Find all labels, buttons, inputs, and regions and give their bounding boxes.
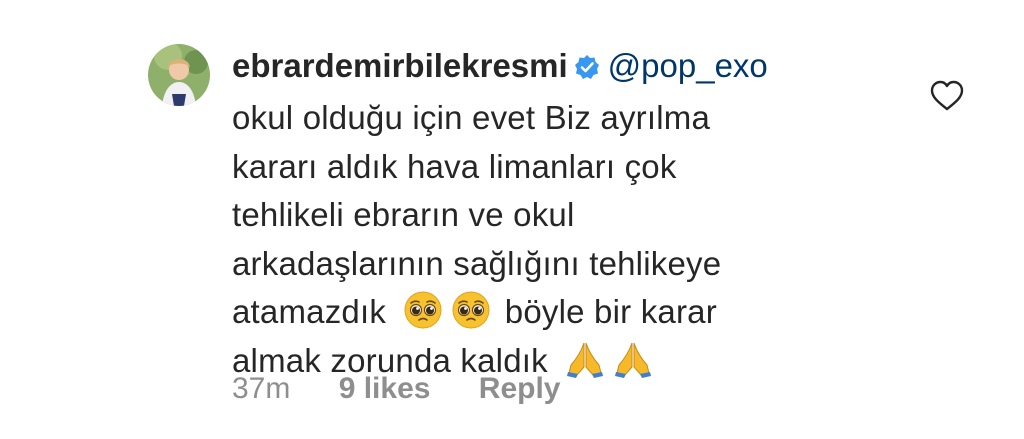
comment-text-line: okul olduğu için evet Biz ayrılma [232,99,710,136]
comment-text-segment: atamazdık [232,293,387,330]
comment-timestamp: 37m [232,372,291,405]
comment-text-line: arkadaşlarının sağlığını tehlikeye [232,244,722,282]
comment-text-line: atamazdık böyle bir karar [232,288,932,337]
username[interactable]: ebrardemirbilekresmi [232,47,568,84]
pleading-face-icon [404,291,442,329]
likes-count-button[interactable]: 9 likes [339,372,431,405]
comment-headline: ebrardemirbilekresmi @pop_exo [232,38,932,94]
comment-text-segment: böyle bir karar [504,293,717,330]
verified-badge-icon [574,55,599,79]
folded-hands-icon [615,342,652,378]
avatar[interactable] [148,44,210,106]
comment-text-line: kararı aldık hava limanları çok [232,147,677,185]
comment-body: ebrardemirbilekresmi @pop_exo okul olduğ… [232,38,932,385]
mention-link[interactable]: @pop_exo [608,47,768,84]
comment: ebrardemirbilekresmi @pop_exo okul olduğ… [0,0,1024,439]
comment-text-line: tehlikeli ebrarın ve okul [232,196,575,233]
reply-button[interactable]: Reply [479,372,561,405]
heart-outline-icon[interactable] [930,80,964,112]
pleading-face-icon [452,291,490,329]
comment-meta: 37m 9 likes Reply [232,372,601,406]
